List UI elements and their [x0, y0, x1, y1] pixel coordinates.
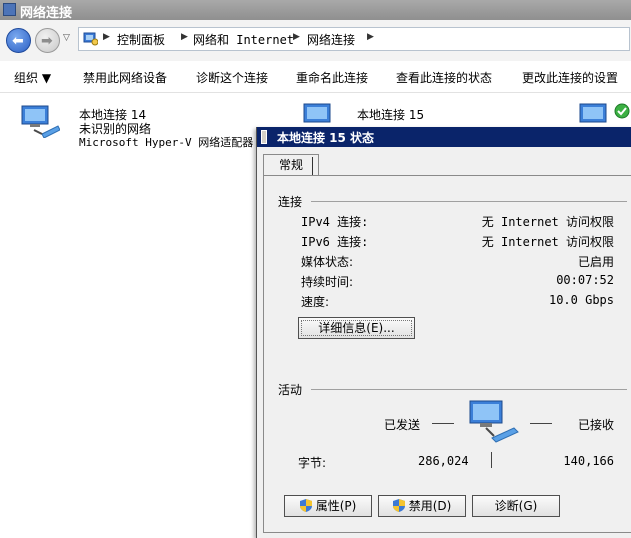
network-adapter-icon — [21, 105, 60, 138]
group-divider — [311, 201, 627, 202]
window-title-bar: 网络连接 — [0, 0, 631, 21]
breadcrumb-separator-icon[interactable]: ▶ — [367, 32, 374, 42]
recent-pages-dropdown[interactable]: ▽ — [63, 33, 70, 43]
disable-device-button[interactable]: 禁用此网络设备 — [83, 69, 167, 86]
change-settings-button[interactable]: 更改此连接的设置 — [522, 69, 618, 86]
tab-general-label: 常规 — [278, 158, 303, 172]
breadcrumb-separator-icon[interactable]: ▶ — [181, 32, 188, 42]
window-title: 网络连接 — [20, 6, 73, 21]
diagnose-connection-button[interactable]: 诊断这个连接 — [196, 69, 268, 86]
speed-label: 速度: — [301, 295, 330, 309]
connection-item-14[interactable]: 本地连接 14 未识别的网络 Microsoft Hyper-V 网络适配器 — [0, 100, 256, 150]
breadcrumb-network-connections[interactable]: 网络连接 — [307, 31, 355, 48]
diagnose-button-label: 诊断(G) — [494, 499, 538, 513]
bytes-divider — [491, 452, 492, 468]
arrow-left-icon: ⬅ — [12, 33, 24, 49]
speed-value: 10.0 Gbps — [548, 293, 614, 307]
duration-label: 持续时间: — [301, 275, 354, 289]
ipv6-value: 无 Internet 访问权限 — [481, 235, 614, 249]
details-button[interactable]: 详细信息(E)... — [298, 317, 415, 339]
uac-shield-icon — [299, 499, 312, 512]
connection-status-dialog: 本地连接 15 状态 常规 连接 IPv4 连接: 无 Internet 访问权… — [256, 127, 631, 538]
rename-connection-button[interactable]: 重命名此连接 — [296, 69, 368, 86]
connection-item-15[interactable]: 本地连接 15 — [296, 100, 566, 125]
general-tab-panel: 连接 IPv4 连接: 无 Internet 访问权限 IPv6 连接: 无 I… — [263, 175, 631, 533]
ipv4-label: IPv4 连接: — [301, 215, 369, 229]
diagnose-button[interactable]: 诊断(G) — [472, 495, 560, 517]
breadcrumb-separator-icon[interactable]: ▶ — [293, 32, 300, 42]
dialog-title-bar[interactable]: 本地连接 15 状态 — [257, 127, 631, 147]
bytes-label: 字节: — [298, 456, 327, 470]
breadcrumb-network-internet[interactable]: 网络和 Internet — [193, 31, 294, 48]
breadcrumb-control-panel[interactable]: 控制面板 — [117, 31, 165, 48]
connection-item-3[interactable] — [576, 100, 631, 125]
bytes-sent-value: 286,024 — [418, 454, 469, 468]
address-bar[interactable]: ▶ 控制面板 ▶ 网络和 Internet ▶ 网络连接 ▶ — [78, 27, 630, 51]
activity-group-label: 活动 — [278, 383, 303, 397]
command-bar: 组织 ▼ 禁用此网络设备 诊断这个连接 重命名此连接 查看此连接的状态 更改此连… — [0, 61, 631, 93]
uac-shield-icon — [392, 499, 405, 512]
control-panel-icon — [83, 32, 98, 46]
media-state-label: 媒体状态: — [301, 255, 354, 269]
sent-label: 已发送 — [384, 418, 421, 432]
ipv4-value: 无 Internet 访问权限 — [481, 215, 614, 229]
disable-button[interactable]: 禁用(D) — [378, 495, 466, 517]
view-status-button[interactable]: 查看此连接的状态 — [396, 69, 492, 86]
network-connections-icon — [3, 3, 16, 16]
tab-divider — [312, 157, 313, 175]
tab-general[interactable]: 常规 — [263, 154, 319, 176]
network-status-icon — [261, 130, 267, 144]
dialog-title: 本地连接 15 状态 — [277, 131, 375, 145]
sent-line — [432, 423, 454, 424]
activity-computers-icon — [469, 400, 519, 443]
received-line — [530, 423, 552, 424]
breadcrumb-separator-icon[interactable]: ▶ — [103, 32, 110, 42]
group-divider — [311, 389, 627, 390]
received-label: 已接收 — [577, 418, 614, 432]
focus-rectangle — [301, 320, 412, 336]
ipv6-label: IPv6 连接: — [301, 235, 369, 249]
navigation-bar: ⬅ ➡ ▽ ▶ 控制面板 ▶ 网络和 Internet ▶ 网络连接 ▶ — [0, 20, 631, 62]
connection-name: 本地连接 15 — [357, 108, 425, 122]
forward-button[interactable]: ➡ — [35, 28, 60, 53]
disable-button-label: 禁用(D) — [408, 499, 452, 513]
back-button[interactable]: ⬅ — [6, 28, 31, 53]
connection-adapter: Microsoft Hyper-V 网络适配器 — [79, 136, 254, 149]
properties-button-label: 属性(P) — [315, 499, 357, 513]
arrow-right-icon: ➡ — [41, 33, 53, 49]
organize-menu[interactable]: 组织 ▼ — [14, 69, 51, 86]
media-state-value: 已启用 — [577, 255, 614, 269]
bytes-received-value: 140,166 — [563, 454, 614, 468]
duration-value: 00:07:52 — [556, 273, 614, 287]
properties-button[interactable]: 属性(P) — [284, 495, 372, 517]
connection-group-label: 连接 — [278, 195, 303, 209]
